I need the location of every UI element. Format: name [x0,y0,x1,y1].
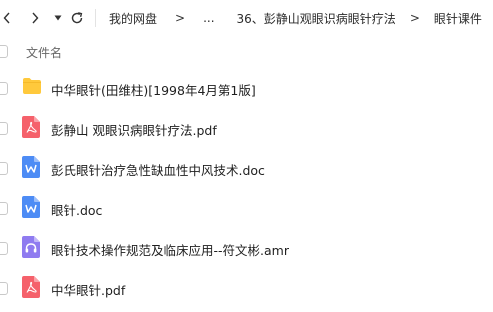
breadcrumb-item-ellipsis[interactable]: ... [203,11,214,25]
word-icon [22,196,40,218]
breadcrumb-item-home[interactable]: 我的网盘 [109,10,157,27]
file-row[interactable]: 眼针.doc [0,188,493,228]
file-name[interactable]: 眼针.doc [51,200,102,219]
toolbar: 我的网盘 > ... 36、彭静山观眼识病眼针疗法 > 眼针课件 > [0,0,493,36]
file-name[interactable]: 彭静山 观眼识病眼针疗法.pdf [51,120,217,139]
breadcrumb-separator: > [175,11,186,25]
file-name[interactable]: 彭氏眼针治疗急性缺血性中风技术.doc [51,160,265,179]
history-dropdown-button[interactable] [52,8,64,28]
select-all-checkbox[interactable] [0,45,8,58]
row-checkbox[interactable] [0,162,8,175]
audio-icon [22,236,40,258]
column-header-filename[interactable]: 文件名 [26,44,62,61]
row-checkbox[interactable] [0,82,8,95]
breadcrumb: 我的网盘 > ... 36、彭静山观眼识病眼针疗法 > 眼针课件 > [109,8,493,28]
chevron-right-icon [32,12,39,24]
refresh-icon [71,12,83,24]
file-row[interactable]: 彭氏眼针治疗急性缺血性中风技术.doc [0,148,493,188]
pdf-icon [22,276,40,298]
forward-button[interactable] [28,8,42,28]
row-checkbox[interactable] [0,122,8,135]
file-name[interactable]: 中华眼针(田维柱)[1998年4月第1版] [51,80,256,99]
back-button[interactable] [0,8,14,28]
row-checkbox[interactable] [0,242,8,255]
file-row[interactable]: 中华眼针(田维柱)[1998年4月第1版] [0,68,493,108]
row-checkbox[interactable] [0,282,8,295]
breadcrumb-separator: > [409,11,420,25]
pdf-icon [22,116,40,138]
toolbar-divider [95,9,96,27]
breadcrumb-item-folder[interactable]: 36、彭静山观眼识病眼针疗法 [237,10,396,27]
refresh-button[interactable] [68,8,86,28]
file-name[interactable]: 眼针技术操作规范及临床应用--符文彬.amr [51,240,289,259]
file-name[interactable]: 中华眼针.pdf [51,280,125,299]
row-checkbox[interactable] [0,202,8,215]
file-row[interactable]: 中华眼针.pdf [0,268,493,308]
breadcrumb-item-current[interactable]: 眼针课件 [434,10,482,27]
caret-down-icon [54,15,62,21]
folder-icon [23,78,41,94]
file-list-header: 文件名 [0,40,493,64]
chevron-left-icon [3,12,10,24]
file-row[interactable]: 彭静山 观眼识病眼针疗法.pdf [0,108,493,148]
word-icon [22,156,40,178]
file-row[interactable]: 眼针技术操作规范及临床应用--符文彬.amr [0,228,493,268]
